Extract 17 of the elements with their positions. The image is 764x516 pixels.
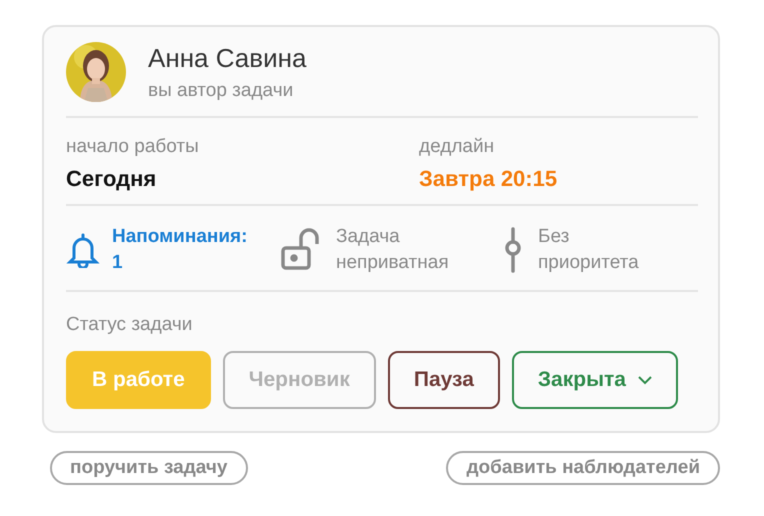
author-name: Анна Савина	[148, 42, 306, 74]
status-button[interactable]: Пауза	[388, 351, 500, 409]
status-label: Статус задачи	[66, 314, 194, 336]
date-label: начало работы	[66, 136, 200, 158]
priority-label[interactable]: Без приоритета	[538, 224, 639, 276]
status-button[interactable]: Черновик	[222, 351, 376, 409]
status-dropdown[interactable]: Закрыта	[512, 351, 678, 409]
privacy-label[interactable]: Задача неприватная	[336, 224, 449, 276]
action-button[interactable]: добавить наблюдателей	[446, 451, 720, 485]
date-value: Сегодня	[66, 166, 158, 192]
date-label: дедлайн	[419, 136, 496, 158]
date-value: Завтра 20:15	[419, 166, 558, 192]
bell-icon	[66, 232, 100, 268]
chevron-down-icon	[638, 376, 652, 384]
reminder-label[interactable]: Напоминания: 1	[112, 224, 248, 276]
action-button[interactable]: поручить задачу	[50, 451, 248, 485]
author-role: вы автор задачи	[148, 80, 294, 102]
